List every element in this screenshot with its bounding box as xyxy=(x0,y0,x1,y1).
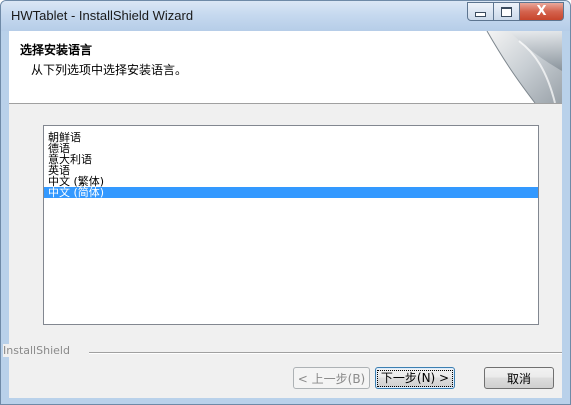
dialog-client-area: 选择安装语言 从下列选项中选择安装语言。 朝鲜语 德语 意大利语 英语 中文 (… xyxy=(3,31,562,398)
language-list-items: 朝鲜语 德语 意大利语 英语 中文 (繁体) 中文 (简体) xyxy=(44,132,538,198)
cancel-button[interactable]: 取消 xyxy=(484,367,554,389)
next-button-label: 下一步(N) > xyxy=(376,369,454,387)
next-button[interactable]: 下一步(N) > xyxy=(375,367,455,389)
window-controls: X xyxy=(467,2,564,22)
maximize-icon xyxy=(501,6,512,17)
installshield-graphic xyxy=(486,31,562,103)
installshield-brand-label: InstallShield xyxy=(3,344,74,357)
footer-divider xyxy=(89,352,562,354)
window-title: HWTablet - InstallShield Wizard xyxy=(11,8,194,23)
language-option[interactable]: 中文 (繁体) xyxy=(44,176,538,187)
title-bar[interactable]: HWTablet - InstallShield Wizard X xyxy=(1,1,570,31)
language-option[interactable]: 意大利语 xyxy=(44,154,538,165)
installer-window: HWTablet - InstallShield Wizard X 选择安装语言… xyxy=(0,0,571,405)
language-option[interactable]: 朝鲜语 xyxy=(44,132,538,143)
maximize-button[interactable] xyxy=(494,2,520,21)
close-icon: X xyxy=(536,4,547,19)
minimize-icon xyxy=(475,12,486,17)
page-title: 选择安装语言 xyxy=(20,43,93,57)
wizard-header: 选择安装语言 从下列选项中选择安装语言。 xyxy=(9,31,562,104)
minimize-button[interactable] xyxy=(467,2,494,21)
back-button[interactable]: < 上一步(B) xyxy=(293,367,370,389)
language-listbox[interactable]: 朝鲜语 德语 意大利语 英语 中文 (繁体) 中文 (简体) xyxy=(43,125,539,325)
close-button[interactable]: X xyxy=(520,2,564,21)
language-option[interactable]: 德语 xyxy=(44,143,538,154)
page-subtitle: 从下列选项中选择安装语言。 xyxy=(31,63,188,77)
language-option[interactable]: 英语 xyxy=(44,165,538,176)
language-option[interactable]: 中文 (简体) xyxy=(44,187,538,198)
